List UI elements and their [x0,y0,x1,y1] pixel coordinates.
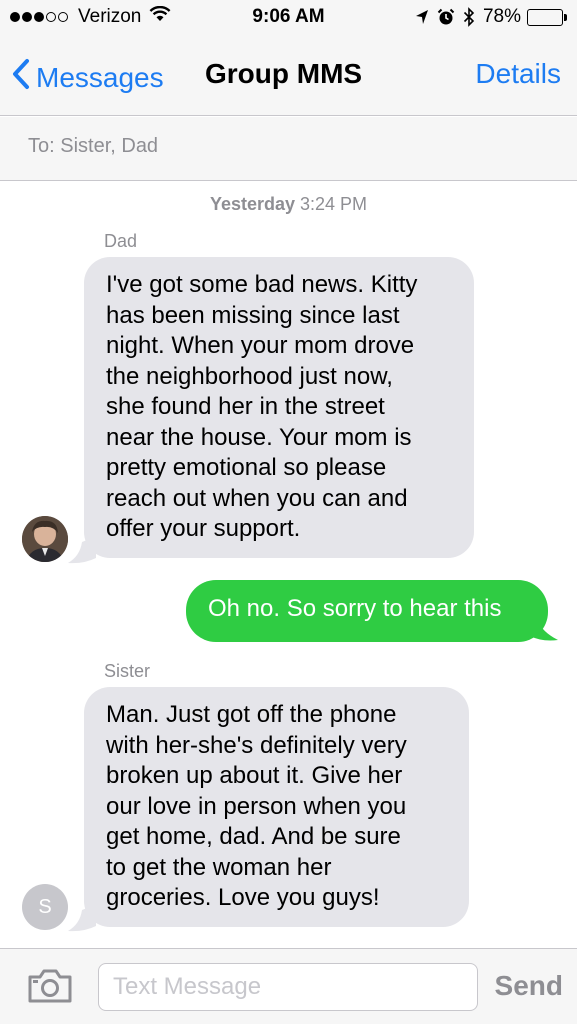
chevron-left-icon [12,58,30,97]
message-line: she found her in the street [106,393,385,420]
timestamp-day: Yesterday [209,194,295,214]
message-bubble[interactable]: Man. Just got off the phone with her-she… [84,687,469,927]
message-bubble[interactable]: I've got some bad news. Kitty has been m… [84,257,474,558]
message-line: Man. Just got off the phone [106,701,397,728]
back-button[interactable]: Messages [12,58,164,97]
message-line: has been missing since last [106,301,400,329]
message-line: offer your support. [106,515,301,542]
message-line: I've got some bad news. Kitty [106,271,418,298]
message-line: broken up about it. Give her [106,762,403,789]
send-button[interactable]: Send [495,970,563,1002]
details-button[interactable]: Details [475,58,561,90]
navigation-bar: Messages Group MMS Details [0,40,577,116]
message-line: the neighborhood just now, [106,362,393,390]
recipients-text: To: Sister, Dad [28,135,159,157]
timestamp-time: 3:24 PM [300,194,368,214]
message-line: reach out when you can and [106,484,408,512]
location-arrow-icon [415,9,429,25]
message-line: pretty emotional so please [106,454,387,481]
back-button-label: Messages [36,61,164,93]
camera-icon[interactable] [27,969,73,1008]
battery-percent: 78% [482,6,521,27]
alarm-icon [437,8,455,26]
message-line: night. When your mom drove [106,332,415,359]
status-bar-right: 78% [415,6,567,28]
avatar[interactable] [22,516,68,562]
conversation-title: Group MMS [205,58,363,89]
message-line: Oh no. So sorry to hear this [208,595,502,622]
sender-name: Sister [104,661,151,681]
battery-icon [527,8,567,26]
message-line: near the house. Your mom is [106,423,412,451]
message-timestamp: Yesterday 3:24 PM [0,194,577,215]
message-line: our love in person when you [106,792,407,820]
message-line: get home, dad. And be sure [106,823,401,850]
message-composer: Send [0,948,577,1024]
message-line: with her-she's definitely very [106,731,407,759]
recipients-bar[interactable]: To: Sister, Dad [0,117,577,181]
avatar[interactable]: S [22,884,68,930]
bluetooth-icon [463,7,475,27]
message-line: groceries. Love you guys! [106,884,380,911]
message-bubble[interactable]: Oh no. So sorry to hear this [186,580,548,642]
message-input[interactable] [99,964,477,1010]
message-input-wrapper [98,963,478,1011]
status-bar: Verizon 9:06 AM 78% [0,0,577,40]
message-line: to get the woman her [106,853,332,881]
sender-name: Dad [104,231,138,251]
